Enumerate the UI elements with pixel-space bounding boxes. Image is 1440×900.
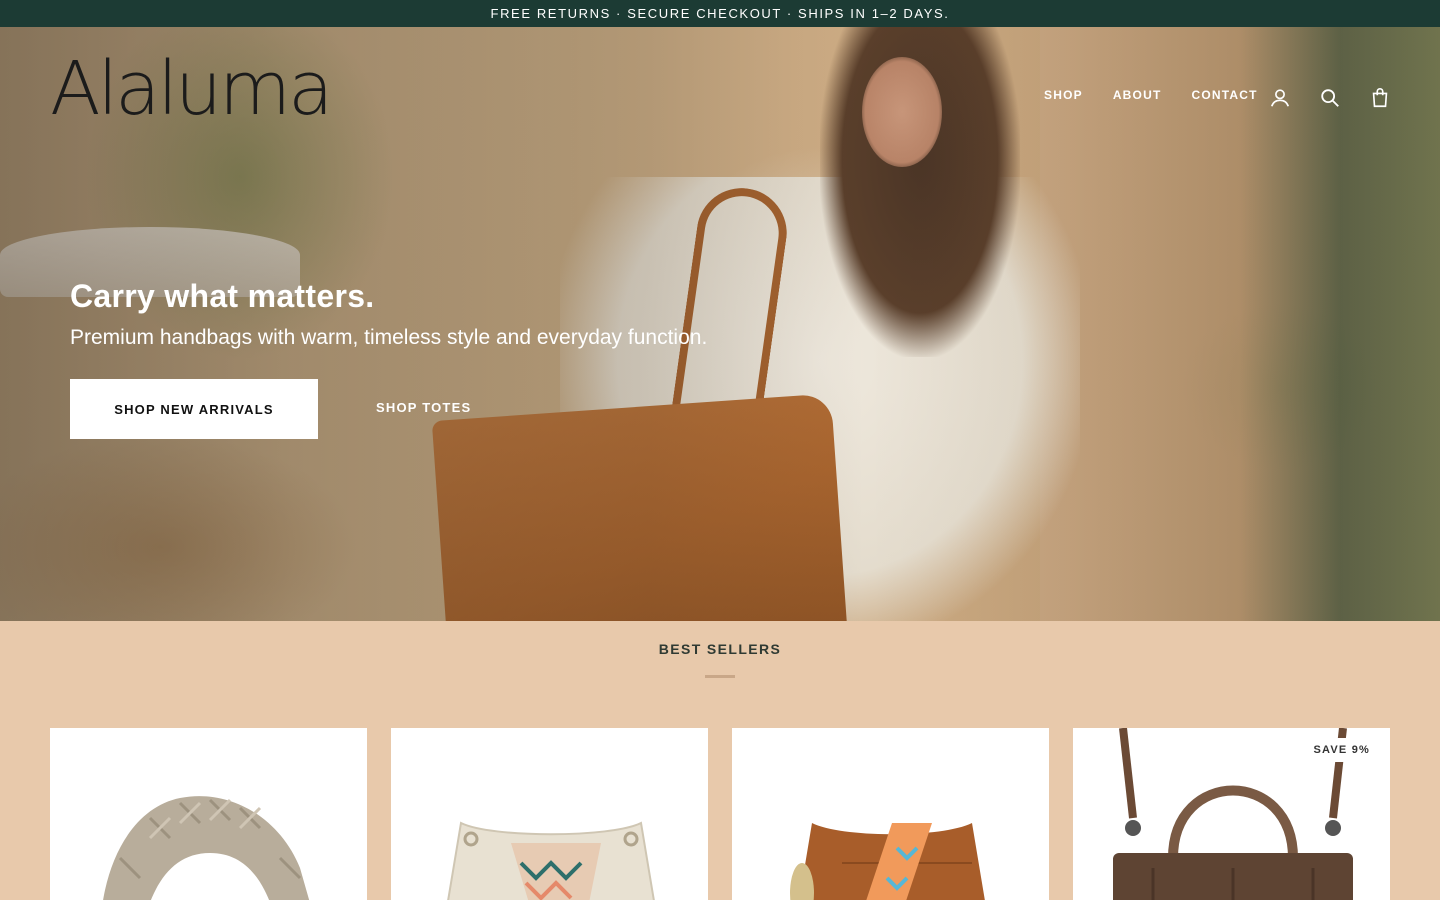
best-sellers-heading: BEST SELLERS: [658, 641, 782, 657]
product-card[interactable]: [50, 728, 367, 900]
product-card[interactable]: [732, 728, 1049, 900]
announcement-bar: FREE RETURNS · SECURE CHECKOUT · SHIPS I…: [0, 0, 1440, 27]
hero-subtitle: Premium handbags with warm, timeless sty…: [70, 326, 708, 349]
nav-about[interactable]: ABOUT: [1113, 88, 1162, 102]
cart-icon[interactable]: [1366, 84, 1394, 112]
product-image-woven-bag: [103, 796, 310, 900]
announcement-text: FREE RETURNS · SECURE CHECKOUT · SHIPS I…: [490, 6, 950, 21]
shop-new-arrivals-button[interactable]: SHOP NEW ARRIVALS: [70, 379, 318, 439]
sale-badge: SAVE 9%: [1305, 738, 1378, 762]
product-image-brown-crossbody: [790, 823, 985, 900]
product-image-cream-crossbody: [447, 821, 655, 900]
hero-title: Carry what matters.: [70, 278, 375, 314]
section-divider: [705, 675, 735, 678]
search-icon[interactable]: [1316, 84, 1344, 112]
nav-contact[interactable]: CONTACT: [1191, 88, 1257, 102]
nav-shop[interactable]: SHOP: [1044, 88, 1083, 102]
product-card[interactable]: [391, 728, 708, 900]
shop-totes-link[interactable]: SHOP TOTES: [376, 400, 471, 415]
brand-logo[interactable]: Alaluma: [50, 52, 333, 126]
account-icon[interactable]: [1266, 84, 1294, 112]
main-nav: SHOP ABOUT CONTACT: [1044, 88, 1258, 102]
product-card[interactable]: SAVE 9%: [1073, 728, 1390, 900]
